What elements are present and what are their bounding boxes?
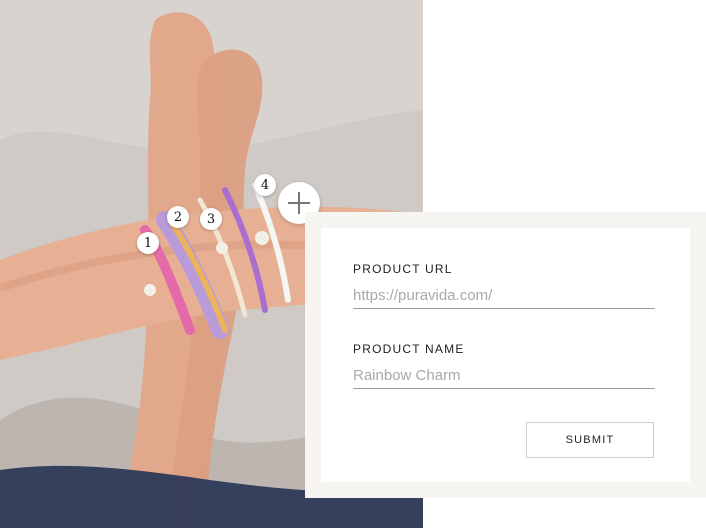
hotspot-3[interactable]: 3 (200, 208, 222, 230)
product-name-input[interactable] (353, 362, 655, 389)
plus-icon (288, 192, 310, 214)
hotspot-form: PRODUCT URL PRODUCT NAME SUBMIT (321, 228, 690, 482)
hotspot-4[interactable]: 4 (254, 174, 276, 196)
product-url-input[interactable] (353, 282, 655, 309)
submit-button[interactable]: SUBMIT (526, 422, 654, 458)
product-name-label: PRODUCT NAME (353, 342, 465, 356)
hotspot-2-label: 2 (173, 209, 183, 225)
product-url-label: PRODUCT URL (353, 262, 453, 276)
hotspot-form-panel: PRODUCT URL PRODUCT NAME SUBMIT (305, 212, 706, 498)
hotspot-1[interactable]: 1 (137, 232, 159, 254)
hotspot-2[interactable]: 2 (167, 206, 189, 228)
hotspot-4-label: 4 (260, 177, 270, 193)
hotspot-1-label: 1 (143, 235, 153, 251)
hotspot-3-label: 3 (206, 211, 216, 227)
